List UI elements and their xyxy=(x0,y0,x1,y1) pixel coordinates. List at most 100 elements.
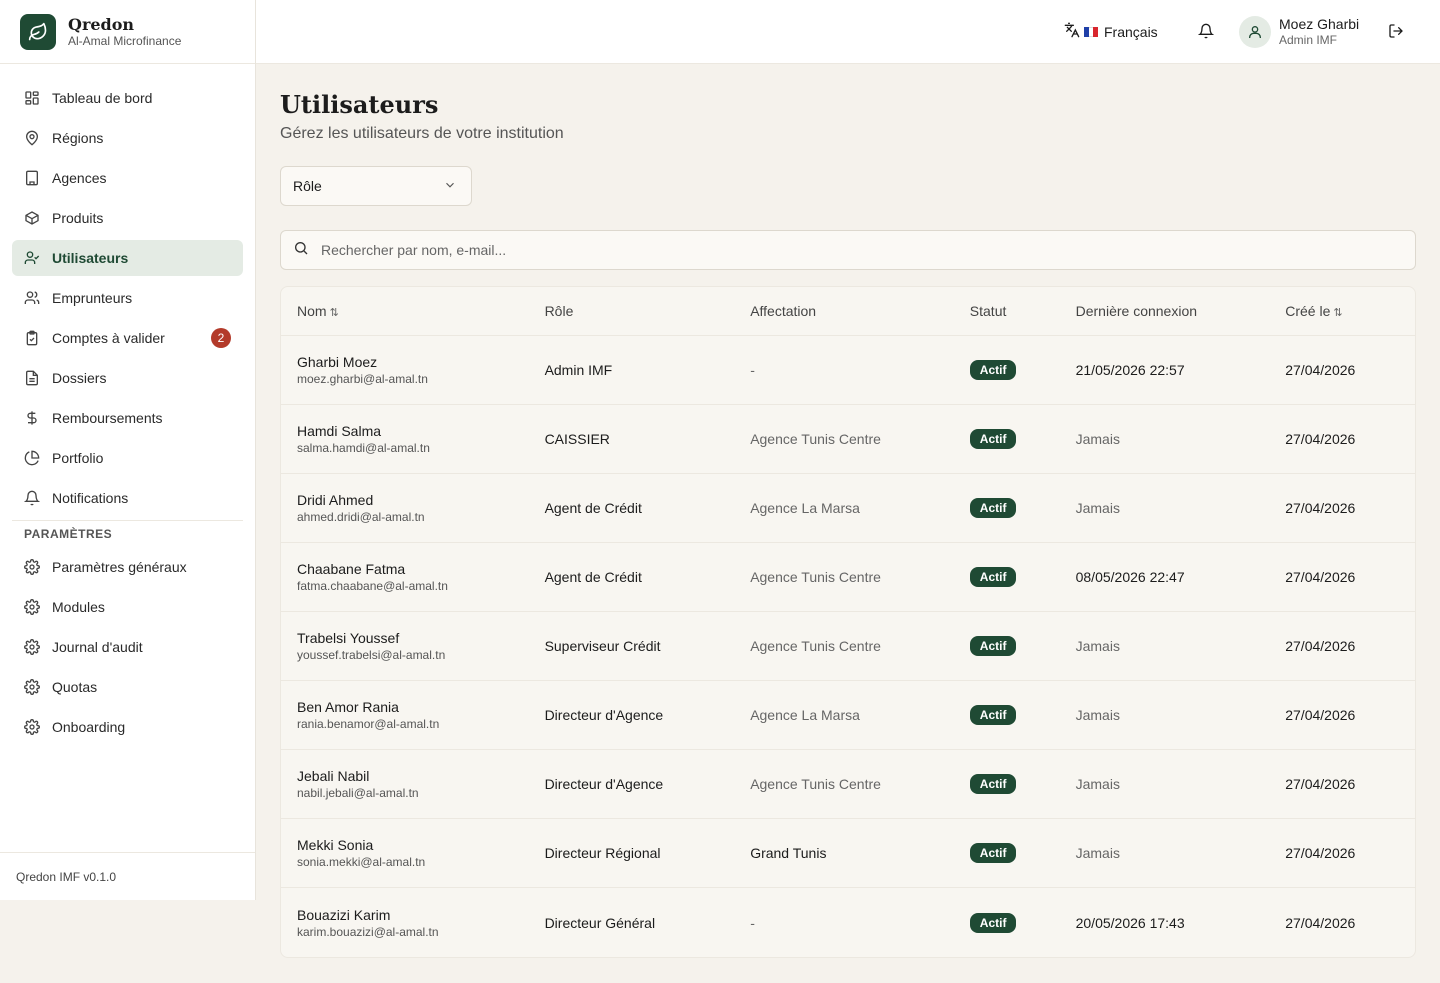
gear-icon xyxy=(24,639,40,655)
dashboard-icon xyxy=(24,90,40,106)
search-box[interactable] xyxy=(280,230,1416,270)
sidebar-item-quotas[interactable]: Quotas xyxy=(12,669,243,705)
user-email: moez.gharbi@al-amal.tn xyxy=(297,372,428,386)
sidebar-item-label: Paramètres généraux xyxy=(52,559,187,575)
status-badge: Actif xyxy=(969,636,1017,656)
created-date-cell: 27/04/2026 xyxy=(1285,914,1356,931)
table-row[interactable]: Dridi Ahmed ahmed.dridi@al-amal.tn Agent … xyxy=(281,474,1415,543)
user-role-cell: Admin IMF xyxy=(544,362,613,378)
file-icon xyxy=(24,370,40,386)
last-login-cell: Jamais xyxy=(1075,707,1120,723)
sidebar-item-dossiers[interactable]: Dossiers xyxy=(12,360,243,396)
user-full-name: Hamdi Salma xyxy=(297,423,382,439)
created-date-cell: 27/04/2026 xyxy=(1285,431,1356,447)
status-badge: Actif xyxy=(969,360,1017,380)
users-icon xyxy=(24,290,40,306)
user-role-cell: Agent de Crédit xyxy=(544,569,642,585)
sidebar-item-remboursements[interactable]: Remboursements xyxy=(12,400,243,436)
table-row[interactable]: Chaabane Fatma fatma.chaabane@al-amal.tn … xyxy=(281,543,1415,612)
user-role-cell: Directeur Général xyxy=(544,914,656,931)
sidebar-item-journal-audit[interactable]: Journal d'audit xyxy=(12,629,243,665)
users-table: Nom ⇅ Rôle Affectation Statut Dernière co… xyxy=(280,286,1416,958)
status-badge: Actif xyxy=(969,912,1017,933)
sidebar-item-label: Dossiers xyxy=(52,370,107,386)
sidebar-item-agences[interactable]: Agences xyxy=(12,160,243,196)
sidebar-item-regions[interactable]: Régions xyxy=(12,120,243,156)
user-role-cell: Directeur d'Agence xyxy=(544,707,664,723)
user-email: rania.benamor@al-amal.tn xyxy=(297,717,440,731)
france-flag-icon xyxy=(1084,26,1099,37)
sidebar-item-utilisateurs[interactable]: Utilisateurs xyxy=(12,240,243,276)
last-login-cell: 20/05/2026 17:43 xyxy=(1075,914,1185,931)
user-email: karim.bouazizi@al-amal.tn xyxy=(297,924,439,939)
bell-icon xyxy=(24,490,40,506)
sidebar-item-label: Modules xyxy=(52,599,105,615)
clipboard-check-icon xyxy=(24,330,40,346)
user-full-name: Bouazizi Karim xyxy=(297,906,391,923)
table-row[interactable]: Jebali Nabil nabil.jebali@al-amal.tn Dire… xyxy=(281,750,1415,819)
sidebar-item-onboarding[interactable]: Onboarding xyxy=(12,709,243,745)
search-input[interactable] xyxy=(321,242,1321,258)
sidebar-item-parametres-generaux[interactable]: Paramètres généraux xyxy=(12,549,243,585)
status-badge: Actif xyxy=(969,705,1017,725)
language-switcher[interactable]: Français xyxy=(1064,22,1158,41)
user-assignment-cell: Agence La Marsa xyxy=(750,500,860,516)
table-row[interactable]: Ben Amor Rania rania.benamor@al-amal.tn D… xyxy=(281,681,1415,750)
notifications-bell-icon[interactable] xyxy=(1197,23,1215,44)
status-badge: Actif xyxy=(969,429,1017,449)
user-role-cell: Directeur Régional xyxy=(544,845,661,861)
sidebar-item-portfolio[interactable]: Portfolio xyxy=(12,440,243,476)
sidebar-item-emprunteurs[interactable]: Emprunteurs xyxy=(12,280,243,316)
sidebar-item-comptes-a-valider[interactable]: Comptes à valider 2 xyxy=(12,320,243,356)
sidebar-item-label: Emprunteurs xyxy=(52,290,133,306)
search-icon xyxy=(293,240,309,261)
user-assignment-cell: Agence Tunis Centre xyxy=(750,431,881,447)
sidebar-item-tableau-de-bord[interactable]: Tableau de bord xyxy=(12,80,243,116)
gear-icon xyxy=(24,559,40,575)
user-email: salma.hamdi@al-amal.tn xyxy=(297,441,430,455)
created-date-cell: 27/04/2026 xyxy=(1285,362,1356,378)
brand-name: Qredon xyxy=(68,14,135,34)
role-filter-select[interactable]: Rôle xyxy=(280,166,472,206)
created-date-cell: 27/04/2026 xyxy=(1285,638,1356,654)
gear-icon xyxy=(24,599,40,615)
column-header-name[interactable]: Nom ⇅ xyxy=(281,303,545,319)
user-full-name: Chaabane Fatma xyxy=(297,561,406,577)
avatar xyxy=(1239,16,1271,48)
user-assignment-cell: Agence Tunis Centre xyxy=(750,638,881,654)
column-header-assignment: Affectation xyxy=(750,303,817,319)
user-email: fatma.chaabane@al-amal.tn xyxy=(297,579,448,593)
brand[interactable]: Qredon Al-Amal Microfinance xyxy=(0,0,255,64)
created-date-cell: 27/04/2026 xyxy=(1285,500,1356,516)
logout-icon[interactable] xyxy=(1388,23,1404,44)
sidebar-item-produits[interactable]: Produits xyxy=(12,200,243,236)
main-content: Utilisateurs Gérez les utilisateurs de v… xyxy=(280,64,1416,958)
table-row[interactable]: Mekki Sonia sonia.mekki@al-amal.tn Direct… xyxy=(281,819,1415,888)
user-full-name: Ben Amor Rania xyxy=(297,699,399,715)
package-icon xyxy=(24,210,40,226)
user-assignment-cell: Agence Tunis Centre xyxy=(750,569,881,585)
sidebar-item-label: Journal d'audit xyxy=(52,639,143,655)
sidebar-item-label: Régions xyxy=(52,130,104,146)
created-date-cell: 27/04/2026 xyxy=(1285,776,1356,792)
user-assignment-cell: - xyxy=(750,914,755,931)
sidebar-item-label: Tableau de bord xyxy=(52,90,153,106)
user-role-cell: Directeur d'Agence xyxy=(544,776,664,792)
table-row[interactable]: Hamdi Salma salma.hamdi@al-amal.tn CAISSI… xyxy=(281,405,1415,474)
user-assignment-cell: - xyxy=(750,362,755,378)
user-email: youssef.trabelsi@al-amal.tn xyxy=(297,648,446,662)
sidebar-item-notifications[interactable]: Notifications xyxy=(12,480,243,516)
table-row[interactable]: Bouazizi Karim karim.bouazizi@al-amal.tn … xyxy=(281,888,1415,957)
user-menu[interactable]: Moez Gharbi Admin IMF xyxy=(1239,16,1359,48)
last-login-cell: Jamais xyxy=(1075,431,1120,447)
created-date-cell: 27/04/2026 xyxy=(1285,707,1356,723)
translate-icon xyxy=(1064,22,1080,41)
last-login-cell: 08/05/2026 22:47 xyxy=(1075,569,1185,585)
column-header-created[interactable]: Créé le ⇅ xyxy=(1285,303,1415,319)
user-role-cell: Superviseur Crédit xyxy=(544,638,661,654)
table-row[interactable]: Trabelsi Youssef youssef.trabelsi@al-amal… xyxy=(281,612,1415,681)
brand-subtitle: Al-Amal Microfinance xyxy=(68,33,182,48)
user-full-name: Mekki Sonia xyxy=(297,837,374,853)
table-row[interactable]: Gharbi Moez moez.gharbi@al-amal.tn Admin … xyxy=(281,336,1415,405)
sidebar-item-modules[interactable]: Modules xyxy=(12,589,243,625)
